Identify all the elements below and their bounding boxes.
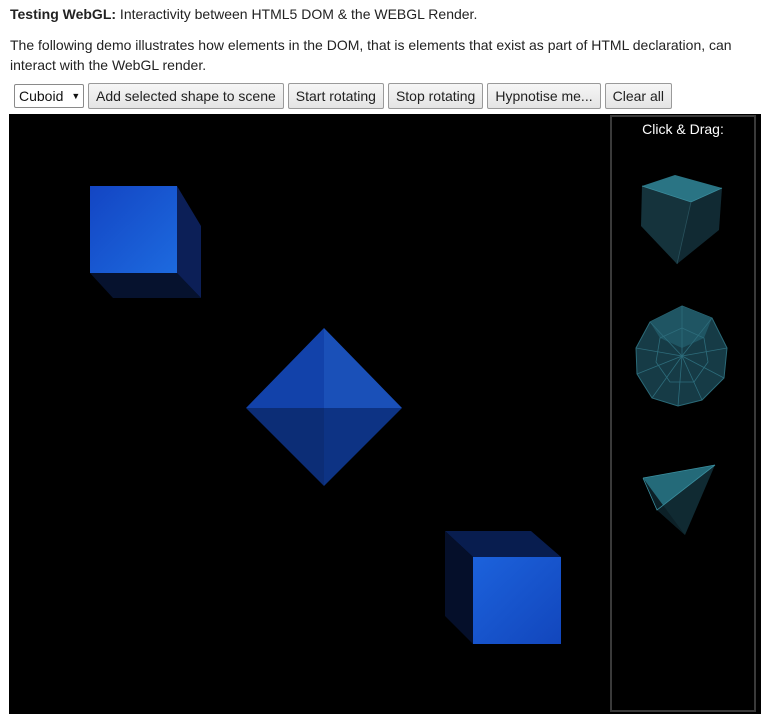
heading-bold: Testing WebGL: [10, 6, 117, 22]
stop-rotating-button[interactable]: Stop rotating [387, 83, 484, 109]
shape-select[interactable]: Cuboid ▼ [14, 84, 84, 108]
heading-rest: Interactivity between HTML5 DOM & the WE… [116, 6, 478, 22]
scene-cube-2[interactable] [443, 530, 563, 646]
clear-all-button[interactable]: Clear all [604, 83, 672, 109]
scene-octahedron[interactable] [244, 326, 404, 488]
sphere-icon[interactable] [634, 304, 730, 408]
shape-select-value: Cuboid [19, 88, 64, 104]
hypnotise-button[interactable]: Hypnotise me... [487, 83, 601, 109]
page-description: The following demo illustrates how eleme… [10, 37, 732, 73]
add-shape-button[interactable]: Add selected shape to scene [88, 83, 284, 109]
pyramid-icon[interactable] [641, 462, 721, 538]
shape-palette: Click & Drag: [610, 115, 756, 712]
page-heading: Testing WebGL: Interactivity between HTM… [10, 6, 477, 22]
toolbar: Cuboid ▼ Add selected shape to scene Sta… [14, 83, 672, 109]
chevron-down-icon: ▼ [71, 91, 81, 101]
palette-title: Click & Drag: [642, 121, 724, 137]
start-rotating-button[interactable]: Start rotating [287, 83, 384, 109]
cube-icon[interactable] [639, 174, 725, 266]
scene-cube-1[interactable] [87, 184, 207, 302]
